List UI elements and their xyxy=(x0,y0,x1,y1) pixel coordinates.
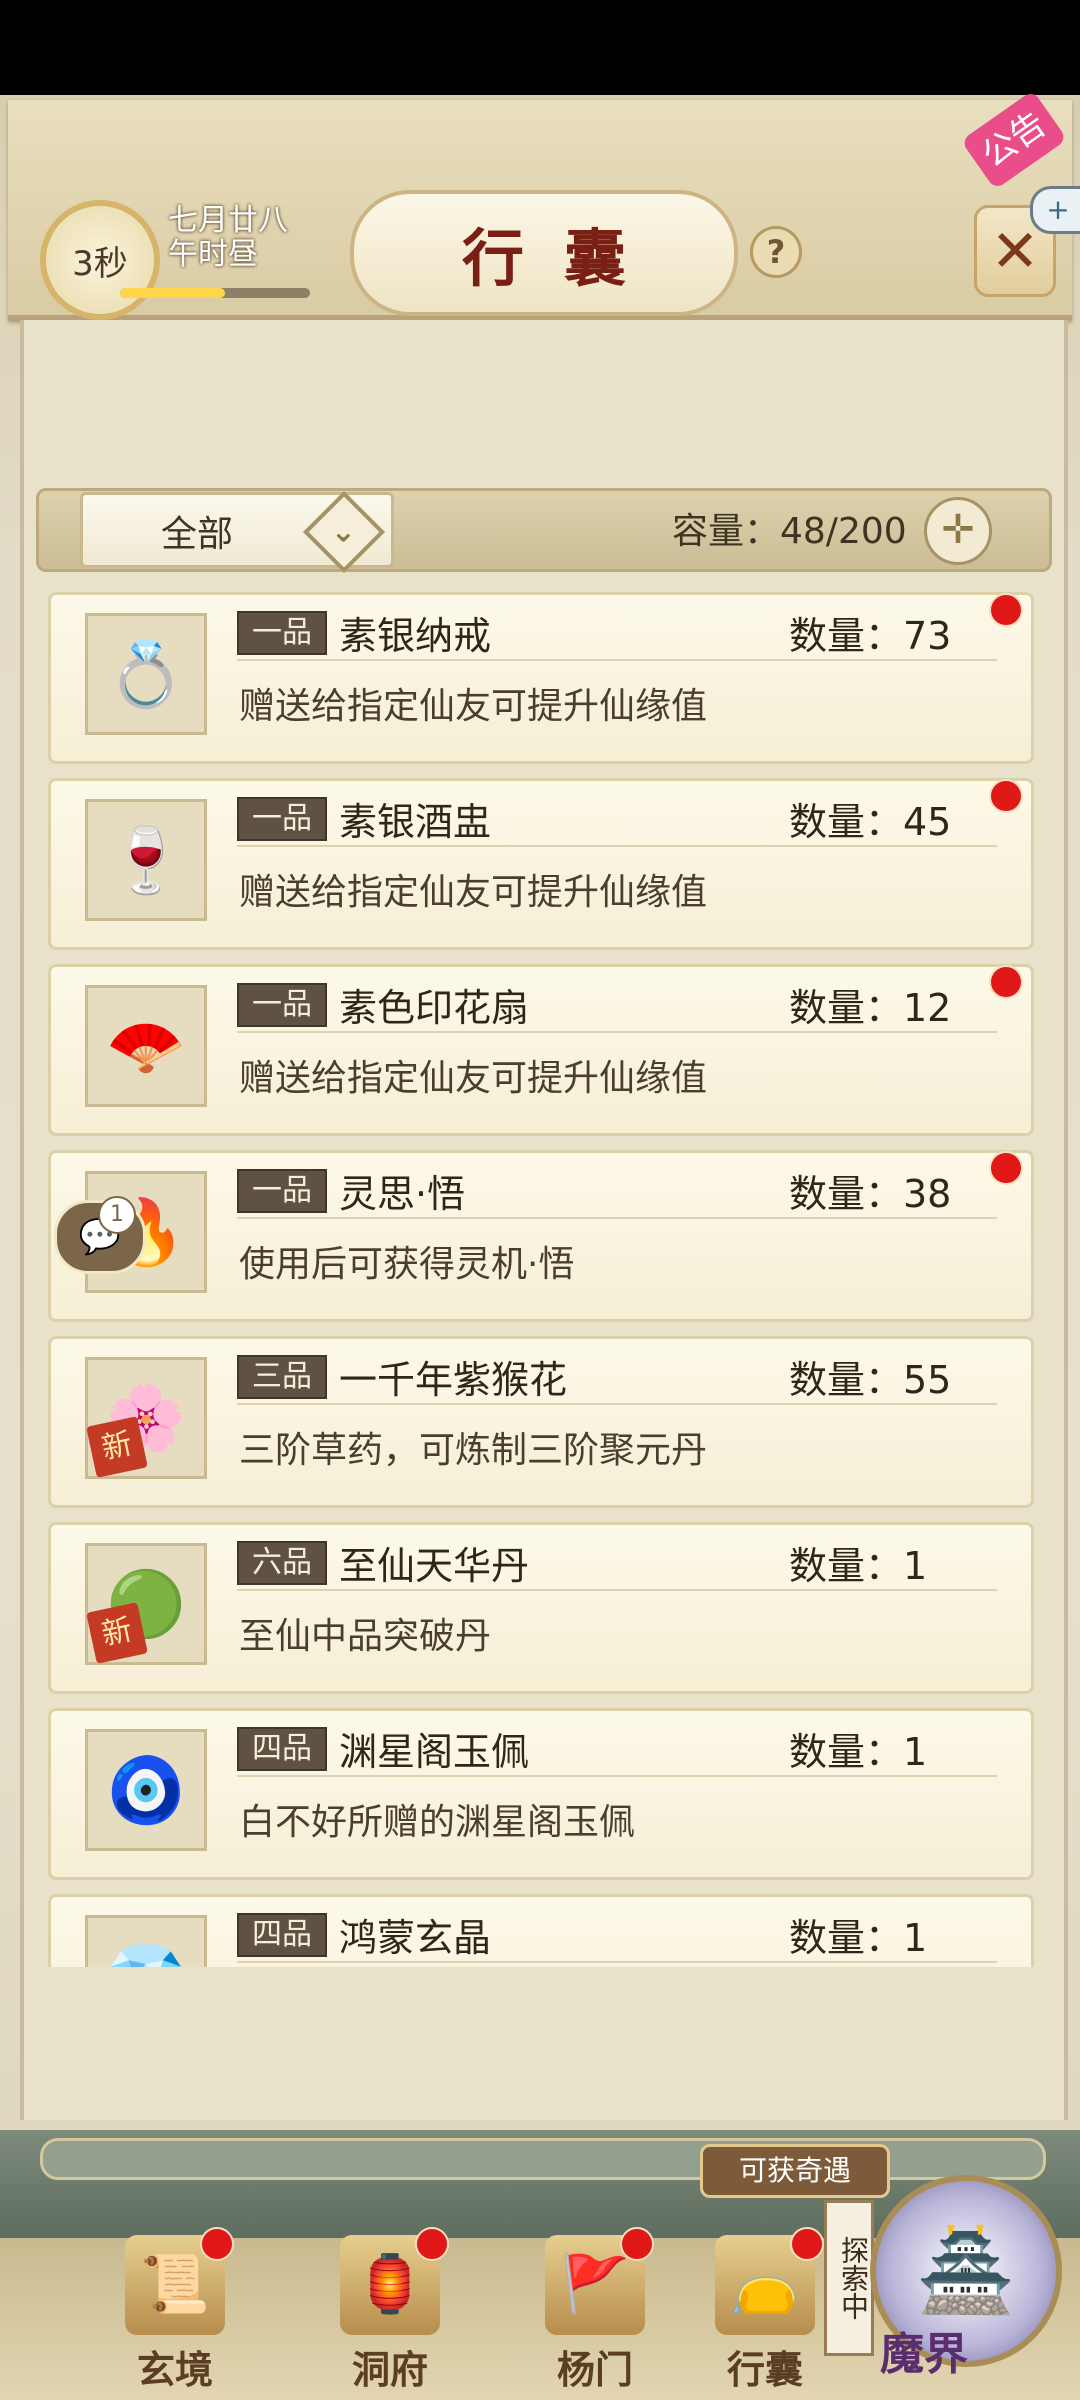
item-desc: 使用后可获得灵机·悟 xyxy=(239,1244,575,1285)
page-title: 行囊 xyxy=(461,222,666,295)
new-tag: 新 xyxy=(86,1416,148,1478)
item-desc: 白不好所赠的渊星阁玉佩 xyxy=(239,1802,636,1843)
ring-icon: 💍 xyxy=(85,613,207,735)
nav-item[interactable]: 🚩 杨门 xyxy=(530,2227,660,2392)
item-desc: 赠送给指定仙友可提升仙缘值 xyxy=(239,1058,708,1099)
timer-text: 3秒 xyxy=(72,243,128,284)
item-desc: 至仙中品突破丹 xyxy=(239,1616,492,1657)
item-name: 至仙天华丹 xyxy=(339,1544,530,1588)
chat-count-badge: 1 xyxy=(98,1196,136,1234)
item-count: 数量：1 xyxy=(789,1916,928,1960)
item-desc: 赠送给指定仙友可提升仙缘值 xyxy=(239,686,708,727)
date-line-2: 午时昼 xyxy=(168,237,258,272)
item-name: 素色印花扇 xyxy=(339,986,530,1030)
inventory-item[interactable]: 🌸 新三品 一千年紫猴花 数量：55 三阶草药，可炼制三阶聚元丹 xyxy=(48,1336,1034,1508)
red-dot-badge xyxy=(200,2227,234,2261)
nav-item[interactable]: 📜 玄境 xyxy=(110,2227,240,2392)
inventory-item[interactable]: 🔥 一品 灵思·悟 数量：38 使用后可获得灵机·悟 xyxy=(48,1150,1034,1322)
inventory-item[interactable]: 💍 一品 素银纳戒 数量：73 赠送给指定仙友可提升仙缘值 xyxy=(48,592,1034,764)
fan-icon: 🪭 xyxy=(85,985,207,1107)
nav-label: 杨门 xyxy=(556,2347,633,2392)
divider xyxy=(237,1775,997,1777)
nav-label: 玄境 xyxy=(136,2347,213,2392)
status-bar xyxy=(0,0,1080,95)
nav-label: 洞府 xyxy=(351,2347,428,2392)
day-progress-bar xyxy=(120,288,310,298)
item-name: 一千年紫猴花 xyxy=(339,1358,568,1402)
item-name: 鸿蒙玄晶 xyxy=(339,1916,492,1960)
nav-item[interactable]: 👝 行囊 xyxy=(700,2227,830,2392)
category-dropdown[interactable]: 全部 ⌄ xyxy=(80,490,394,574)
red-dot-badge xyxy=(989,779,1023,813)
item-grade: 三品 xyxy=(237,1355,327,1399)
adventure-banner[interactable]: 可获奇遇 xyxy=(700,2144,890,2198)
item-desc: 赠送给指定仙友可提升仙缘值 xyxy=(239,872,708,913)
day-progress-fill xyxy=(120,288,225,298)
item-name: 渊星阁玉佩 xyxy=(339,1730,530,1774)
item-name: 灵思·悟 xyxy=(339,1172,466,1216)
divider xyxy=(237,1217,997,1219)
item-desc: 三阶草药，可炼制三阶聚元丹 xyxy=(239,1430,708,1471)
divider xyxy=(237,845,997,847)
item-count: 数量：73 xyxy=(789,614,952,658)
item-grade: 一品 xyxy=(237,797,327,841)
item-grade: 四品 xyxy=(237,1913,327,1957)
red-dot-badge xyxy=(989,965,1023,999)
divider xyxy=(237,1589,997,1591)
nav-item[interactable]: 🏮 洞府 xyxy=(325,2227,455,2392)
item-grade: 一品 xyxy=(237,611,327,655)
timer-badge: 3秒 xyxy=(40,200,160,320)
red-dot-badge xyxy=(620,2227,654,2261)
date-line-1: 七月廿八 xyxy=(168,203,288,238)
item-count: 数量：55 xyxy=(789,1358,952,1402)
item-count: 数量：1 xyxy=(789,1730,928,1774)
inventory-item[interactable]: 💎 四品鸿蒙玄晶 数量：1 xyxy=(48,1894,1034,1967)
title-plate: 行囊 xyxy=(350,190,738,316)
item-count: 数量：12 xyxy=(789,986,952,1030)
nav-trim xyxy=(40,2138,1046,2180)
item-grade: 四品 xyxy=(237,1727,327,1771)
item-grade: 一品 xyxy=(237,983,327,1027)
side-expand-button[interactable]: + xyxy=(1030,186,1080,234)
category-selected: 全部 xyxy=(161,514,234,555)
close-icon: ✕ xyxy=(990,217,1040,285)
item-count: 数量：1 xyxy=(789,1544,928,1588)
goblet-icon: 🍷 xyxy=(85,799,207,921)
item-count: 数量：38 xyxy=(789,1172,952,1216)
item-name: 素银纳戒 xyxy=(339,614,492,658)
chevron-down-icon: ⌄ xyxy=(302,490,386,574)
red-dot-badge xyxy=(989,593,1023,627)
red-dot-badge xyxy=(790,2227,824,2261)
game-date: 七月廿八 午时昼 xyxy=(168,204,288,272)
inventory-item[interactable]: 🧿 四品 渊星阁玉佩 数量：1 白不好所赠的渊星阁玉佩 xyxy=(48,1708,1034,1880)
item-count: 数量：45 xyxy=(789,800,952,844)
expand-capacity-icon[interactable]: ✛ xyxy=(924,497,992,565)
new-tag: 新 xyxy=(86,1602,148,1664)
crystal-icon: 💎 xyxy=(85,1915,207,1967)
item-grade: 一品 xyxy=(237,1169,327,1213)
divider xyxy=(237,1403,997,1405)
divider xyxy=(237,1961,997,1963)
plus-icon: + xyxy=(1046,193,1070,226)
inventory-item[interactable]: 🍷 一品 素银酒盅 数量：45 赠送给指定仙友可提升仙缘值 xyxy=(48,778,1034,950)
inventory-item[interactable]: 🪭 一品 素色印花扇 数量：12 赠送给指定仙友可提升仙缘值 xyxy=(48,964,1034,1136)
demon-realm-icon: 🏯 xyxy=(916,2224,1016,2317)
item-grade: 六品 xyxy=(237,1541,327,1585)
item-name: 素银酒盅 xyxy=(339,800,492,844)
divider xyxy=(237,659,997,661)
divider xyxy=(237,1031,997,1033)
exploring-tag: 探索中 xyxy=(824,2200,874,2356)
demon-realm-label: 魔界 xyxy=(880,2329,968,2380)
capacity-text: 容量：48/200 xyxy=(672,511,907,552)
item-list[interactable]: 💍 一品 素银纳戒 数量：73 赠送给指定仙友可提升仙缘值 🍷 一品 素银酒盅 数量：45 赠送给… xyxy=(48,592,1038,1967)
red-dot-badge xyxy=(415,2227,449,2261)
help-icon[interactable]: ? xyxy=(750,226,802,278)
inventory-item[interactable]: 🟢 新六品 至仙天华丹 数量：1 至仙中品突破丹 xyxy=(48,1522,1034,1694)
jade-pendant-icon: 🧿 xyxy=(85,1729,207,1851)
nav-label: 行囊 xyxy=(726,2347,803,2392)
red-dot-badge xyxy=(989,1151,1023,1185)
